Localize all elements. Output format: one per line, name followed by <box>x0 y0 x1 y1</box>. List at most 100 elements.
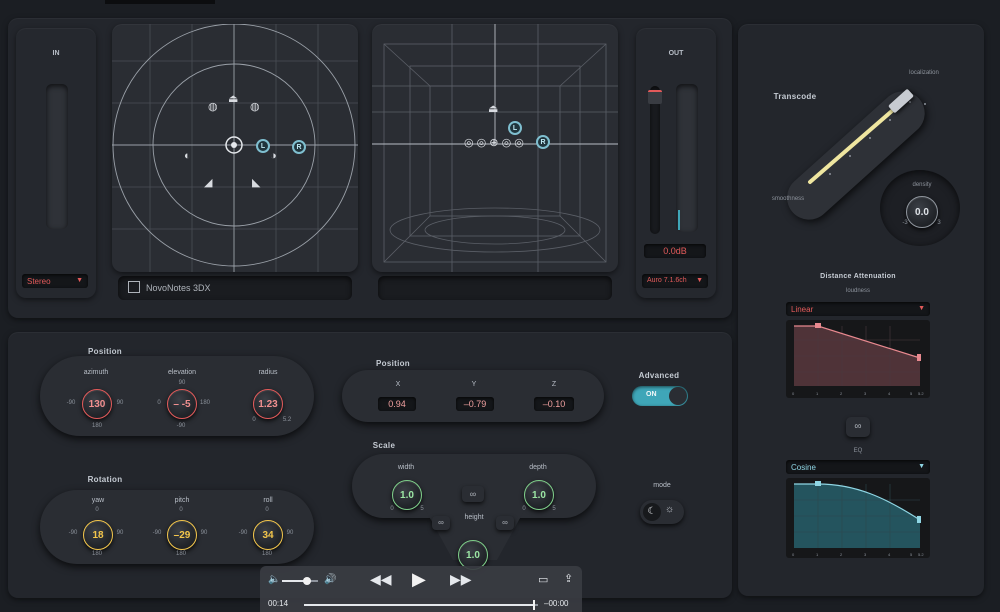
output-level-readout: 0.0dB <box>644 244 706 258</box>
link-icon: ∞ <box>854 421 862 432</box>
pitch-top: 0 <box>179 507 183 513</box>
scale-title: Scale <box>372 441 396 450</box>
roll-max: 90 <box>286 530 294 536</box>
azimuth-max: 90 <box>116 400 124 406</box>
elapsed-time: 00:14 <box>268 599 289 608</box>
speaker-icon: ◐ <box>184 150 191 162</box>
svg-text:1: 1 <box>816 552 819 557</box>
radius-knob[interactable]: 1.23 <box>253 389 283 419</box>
attenuation-curve-select[interactable]: Linear ▼ <box>786 302 930 316</box>
azimuth-label: azimuth <box>83 369 109 376</box>
svg-text:3: 3 <box>864 391 867 396</box>
roll-top: 0 <box>265 507 269 513</box>
left-channel-badge[interactable]: L <box>256 139 270 153</box>
speaker-icon: ◎ ◎ ⊕ ◎ ◎ <box>464 137 524 149</box>
volume-slider[interactable] <box>282 577 318 585</box>
transcode-bottom-label: smoothness <box>771 196 805 202</box>
azimuth-knob[interactable]: 130 <box>82 389 112 419</box>
radius-label: radius <box>258 369 278 376</box>
depth-min: 0 <box>522 506 526 512</box>
width-label: width <box>397 464 415 471</box>
airplay-icon[interactable]: ▭ <box>538 573 548 586</box>
fast-forward-icon[interactable]: ▶▶ <box>450 571 472 588</box>
play-icon[interactable]: ▶ <box>412 569 426 590</box>
x-label: X <box>395 381 401 388</box>
speaker-icon: ◍ <box>250 101 260 113</box>
svg-text:3: 3 <box>864 552 867 557</box>
light-mode-icon[interactable]: ☼ <box>665 504 674 515</box>
progress-bar[interactable] <box>304 600 538 610</box>
eq-curve-value: Cosine <box>791 463 816 472</box>
volume-icon[interactable]: 🔈 <box>268 574 280 585</box>
volume-max-icon[interactable]: 🔊 <box>324 574 336 585</box>
yaw-knob[interactable]: 18 <box>83 520 113 550</box>
top-bar-tab <box>105 0 215 4</box>
elevation-top: 90 <box>178 380 186 386</box>
z-value[interactable]: –0.10 <box>534 397 574 411</box>
pitch-label: pitch <box>174 497 190 504</box>
volume-knob[interactable] <box>303 577 312 585</box>
roll-knob[interactable]: 34 <box>253 520 283 550</box>
speaker-icon: ◣ <box>252 177 261 189</box>
advanced-state: ON <box>646 391 657 398</box>
mode-switch[interactable]: ☾ ☼ <box>640 500 684 524</box>
svg-text:0: 0 <box>792 552 795 557</box>
link-icon: ∞ <box>438 518 444 527</box>
eq-curve-select[interactable]: Cosine ▼ <box>786 460 930 474</box>
azimuth-bottom: 180 <box>91 423 102 429</box>
yaw-max: 90 <box>116 530 124 536</box>
rewind-icon[interactable]: ◀◀ <box>370 571 392 588</box>
eq-curve-graph[interactable]: 0 1 2 3 4 5 5.2 <box>786 478 930 558</box>
depth-value: 1.0 <box>532 489 546 501</box>
elevation-bottom: -90 <box>176 423 186 429</box>
speaker-icon: ⏏ <box>228 93 239 105</box>
left-channel-badge[interactable]: L <box>508 121 522 135</box>
mode-label: mode <box>653 482 671 489</box>
elevation-value: – -5 <box>173 398 191 410</box>
share-icon[interactable]: ⇪ <box>564 572 573 585</box>
right-channel-badge[interactable]: R <box>292 140 306 154</box>
output-meter <box>676 84 698 232</box>
top-view-grid <box>112 24 358 272</box>
speaker-icon: ◍ <box>208 101 218 113</box>
input-label: IN <box>52 50 60 57</box>
svg-text:5.2: 5.2 <box>918 552 924 557</box>
link-icon: ∞ <box>469 489 477 499</box>
svg-text:5: 5 <box>910 552 913 557</box>
output-label: OUT <box>668 50 684 57</box>
pitch-knob[interactable]: –29 <box>167 520 197 550</box>
link-depth-height-button[interactable]: ∞ <box>496 516 514 530</box>
progress-scrubber[interactable] <box>533 600 536 610</box>
roll-min: -90 <box>238 530 248 536</box>
height-value: 1.0 <box>466 549 480 561</box>
media-player: 🔈 🔊 ◀◀ ▶ ▶▶ ▭ ⇪ 00:14 –00:00 <box>260 566 582 612</box>
azimuth-value: 130 <box>88 398 106 410</box>
pitch-bottom: 180 <box>175 551 186 557</box>
attenuation-curve-graph[interactable]: 0 1 2 3 4 5 5.2 <box>786 320 930 398</box>
speaker-icon: ◢ <box>204 177 213 189</box>
yaw-top: 0 <box>95 507 99 513</box>
top-view-panel: ⏏ ◍ ◍ ◐ ◑ ◢ ◣ L R <box>112 24 358 272</box>
advanced-toggle[interactable]: ON <box>632 386 688 406</box>
y-value[interactable]: –0.79 <box>456 397 494 411</box>
link-button[interactable]: ∞ <box>846 417 870 437</box>
link-width-height-button[interactable]: ∞ <box>432 516 450 530</box>
output-fader-track[interactable] <box>650 86 660 234</box>
input-format-select[interactable]: Stereo ▼ <box>22 274 88 288</box>
x-value[interactable]: 0.94 <box>378 397 416 411</box>
radius-max: 5.2 <box>282 417 292 423</box>
perspective-view-panel: ⏏ ◎ ◎ ⊕ ◎ ◎ L R <box>372 24 618 272</box>
svg-text:2: 2 <box>840 552 843 557</box>
radius-min: 0 <box>252 417 256 423</box>
output-format-select[interactable]: Auro 7.1.6ch ▼ <box>642 274 708 288</box>
output-fader-handle[interactable] <box>648 90 662 104</box>
yaw-min: -90 <box>68 530 78 536</box>
depth-label: depth <box>529 464 547 471</box>
rotation-title: Rotation <box>87 475 123 484</box>
link-width-depth-button[interactable]: ∞ <box>462 486 484 502</box>
dark-mode-icon[interactable]: ☾ <box>643 503 661 521</box>
right-channel-badge[interactable]: R <box>536 135 550 149</box>
azimuth-min: -90 <box>66 400 76 406</box>
eq-label: EQ <box>853 448 863 454</box>
elevation-knob[interactable]: – -5 <box>167 389 197 419</box>
